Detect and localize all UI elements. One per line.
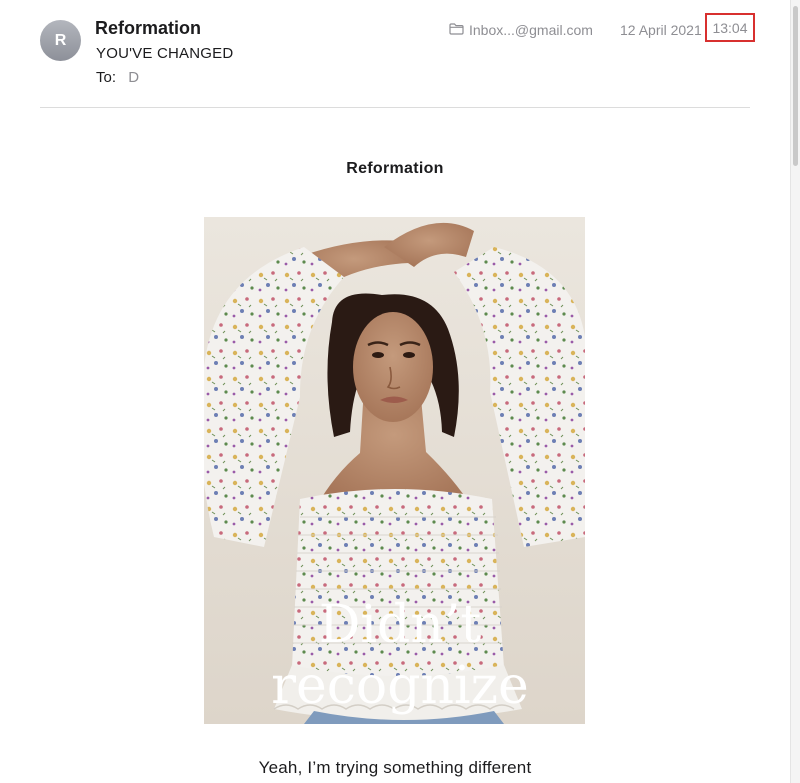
sender-avatar[interactable]: R	[40, 20, 81, 61]
email-viewer: R Reformation YOU'VE CHANGED To: D Inbox…	[0, 0, 800, 783]
folder-icon	[449, 22, 469, 38]
hero-headline: Didn’t recognize you	[204, 595, 585, 724]
email-tagline: Yeah, I’m trying something different	[258, 758, 532, 777]
mailbox-label: Inbox...@gmail.com	[469, 22, 593, 38]
sender-name[interactable]: Reformation	[95, 18, 201, 39]
avatar-initial: R	[54, 31, 67, 49]
hero-headline-line: recognize	[271, 656, 529, 716]
hero-headline-line: you	[204, 717, 585, 724]
to-label: To:	[96, 69, 117, 86]
header-divider	[40, 107, 750, 108]
message-subject: YOU'VE CHANGED	[96, 45, 234, 62]
vertical-scrollbar[interactable]	[790, 0, 800, 783]
recipient-row: To: D	[96, 69, 139, 86]
scrollbar-thumb[interactable]	[793, 6, 798, 166]
message-time: 13:04	[705, 13, 755, 42]
recipient-name[interactable]: D	[128, 69, 139, 86]
message-date: 12 April 2021	[620, 22, 702, 38]
mailbox-indicator[interactable]: Inbox...@gmail.com	[449, 22, 593, 38]
hero-image[interactable]: Didn’t recognize you	[204, 217, 585, 724]
message-header: R Reformation YOU'VE CHANGED To: D Inbox…	[0, 0, 790, 108]
hero-headline-line: Didn’t	[318, 595, 482, 655]
email-brand-heading: Reformation	[346, 160, 444, 177]
